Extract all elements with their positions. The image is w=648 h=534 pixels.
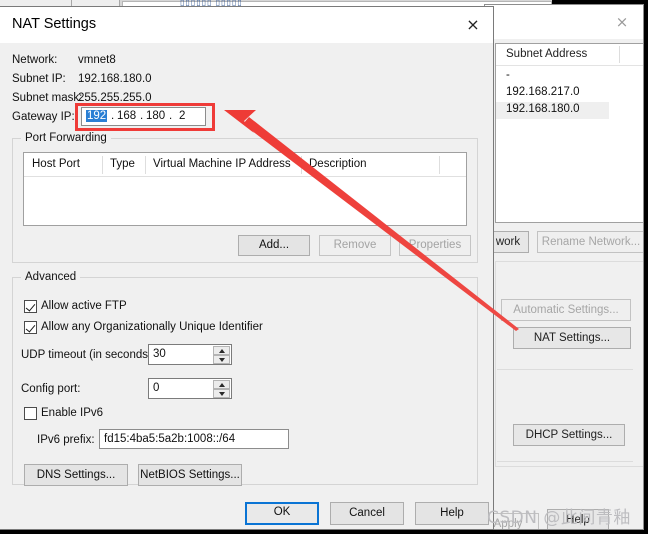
ipv6-prefix-label: IPv6 prefix: (37, 434, 95, 446)
subnet-address-value: 192.168.180.0 (506, 103, 580, 115)
dns-settings-button[interactable]: DNS Settings... (24, 464, 128, 486)
network-list[interactable]: Subnet Address - 192.168.217.0 192.168.1… (495, 43, 643, 223)
remove-button[interactable]: Remove (319, 235, 391, 256)
close-icon[interactable]: × (613, 13, 631, 31)
enable-ipv6-checkbox[interactable] (24, 407, 37, 420)
column-divider (619, 46, 620, 63)
config-port-spin-buttons[interactable] (213, 380, 230, 398)
add-button[interactable]: Add... (238, 235, 310, 256)
csdn-watermark: CSDN @此间青釉 (487, 508, 631, 528)
list-item[interactable]: - (496, 68, 643, 85)
column-description[interactable]: Description (309, 158, 367, 170)
bg-window-titlebar: × (485, 5, 643, 39)
port-forwarding-list[interactable]: Host Port Type Virtual Machine IP Addres… (23, 152, 467, 226)
network-value: vmnet8 (78, 54, 116, 66)
subnet-address-value: 192.168.217.0 (506, 86, 580, 98)
panel-divider-2 (497, 461, 633, 462)
advanced-legend: Advanced (21, 271, 81, 283)
gateway-ip-highlight-box (75, 103, 215, 131)
list-item[interactable]: 192.168.217.0 (496, 85, 643, 102)
subnet-ip-label: Subnet IP: (12, 73, 66, 85)
network-label: Network: (12, 54, 58, 66)
column-subnet-address: Subnet Address (506, 48, 588, 60)
spin-up-icon[interactable] (213, 380, 230, 389)
subnet-mask-label: Subnet mask: (12, 92, 83, 104)
netbios-settings-button[interactable]: NetBIOS Settings... (138, 464, 242, 486)
dialog-titlebar: NAT Settings × (0, 7, 493, 43)
ok-button[interactable]: OK (245, 502, 319, 525)
gateway-ip-label: Gateway IP: (12, 111, 75, 123)
dialog-content: Network: vmnet8 Subnet IP: 192.168.180.0… (0, 43, 493, 529)
nat-settings-button[interactable]: NAT Settings... (513, 327, 631, 349)
config-port-label: Config port: (21, 383, 81, 395)
column-host-port[interactable]: Host Port (32, 158, 80, 170)
allow-active-ftp-checkbox[interactable] (24, 300, 37, 313)
dialog-title: NAT Settings (12, 16, 97, 32)
panel-divider (497, 369, 633, 370)
config-port-stepper[interactable]: 0 (148, 378, 232, 399)
udp-timeout-stepper[interactable]: 30 (148, 344, 232, 365)
port-forwarding-header: Host Port Type Virtual Machine IP Addres… (24, 153, 466, 177)
enable-ipv6-label: Enable IPv6 (41, 407, 104, 419)
advanced-group: Advanced Allow active FTP Allow any Orga… (12, 271, 478, 486)
spin-down-icon[interactable] (213, 355, 230, 364)
udp-timeout-value[interactable]: 30 (153, 348, 166, 360)
allow-any-oui-label: Allow any Organizationally Unique Identi… (41, 321, 263, 333)
close-icon[interactable]: × (463, 15, 483, 35)
list-item[interactable]: 192.168.180.0 (496, 102, 609, 119)
spin-up-icon[interactable] (213, 346, 230, 355)
cancel-button[interactable]: Cancel (330, 502, 404, 525)
help-button[interactable]: Help (415, 502, 489, 525)
port-forwarding-legend: Port Forwarding (21, 132, 111, 144)
bg-window-body: Subnet Address - 192.168.217.0 192.168.1… (485, 39, 643, 529)
port-forwarding-group: Port Forwarding Host Port Type Virtual M… (12, 132, 478, 263)
subnet-ip-value: 192.168.180.0 (78, 73, 152, 85)
virtual-network-editor-window[interactable]: × Subnet Address - 192.168.217.0 192.168… (484, 4, 644, 530)
allow-active-ftp-label: Allow active FTP (41, 300, 127, 312)
column-vm-ip-address[interactable]: Virtual Machine IP Address (153, 158, 291, 170)
screen: ▯▯▯▯▯▯ ▯▯▯▯▯ × Subnet Address - 192.168.… (0, 0, 648, 534)
allow-any-oui-checkbox[interactable] (24, 321, 37, 334)
spin-down-icon[interactable] (213, 389, 230, 398)
ipv6-prefix-value: fd15:4ba5:5a2b:1008::/64 (104, 433, 236, 445)
automatic-settings-button[interactable]: Automatic Settings... (501, 299, 631, 321)
rename-network-button[interactable]: Rename Network... (537, 231, 643, 253)
network-list-header: Subnet Address (496, 44, 643, 66)
config-port-value[interactable]: 0 (153, 382, 159, 394)
nat-settings-dialog[interactable]: NAT Settings × Network: vmnet8 Subnet IP… (0, 6, 494, 530)
udp-timeout-spin-buttons[interactable] (213, 346, 230, 364)
ipv6-prefix-input[interactable]: fd15:4ba5:5a2b:1008::/64 (99, 429, 289, 449)
column-type[interactable]: Type (110, 158, 135, 170)
properties-button[interactable]: Properties (399, 235, 471, 256)
udp-timeout-label: UDP timeout (in seconds): (21, 349, 156, 361)
dhcp-settings-button[interactable]: DHCP Settings... (513, 424, 625, 446)
subnet-address-value: - (506, 69, 510, 81)
